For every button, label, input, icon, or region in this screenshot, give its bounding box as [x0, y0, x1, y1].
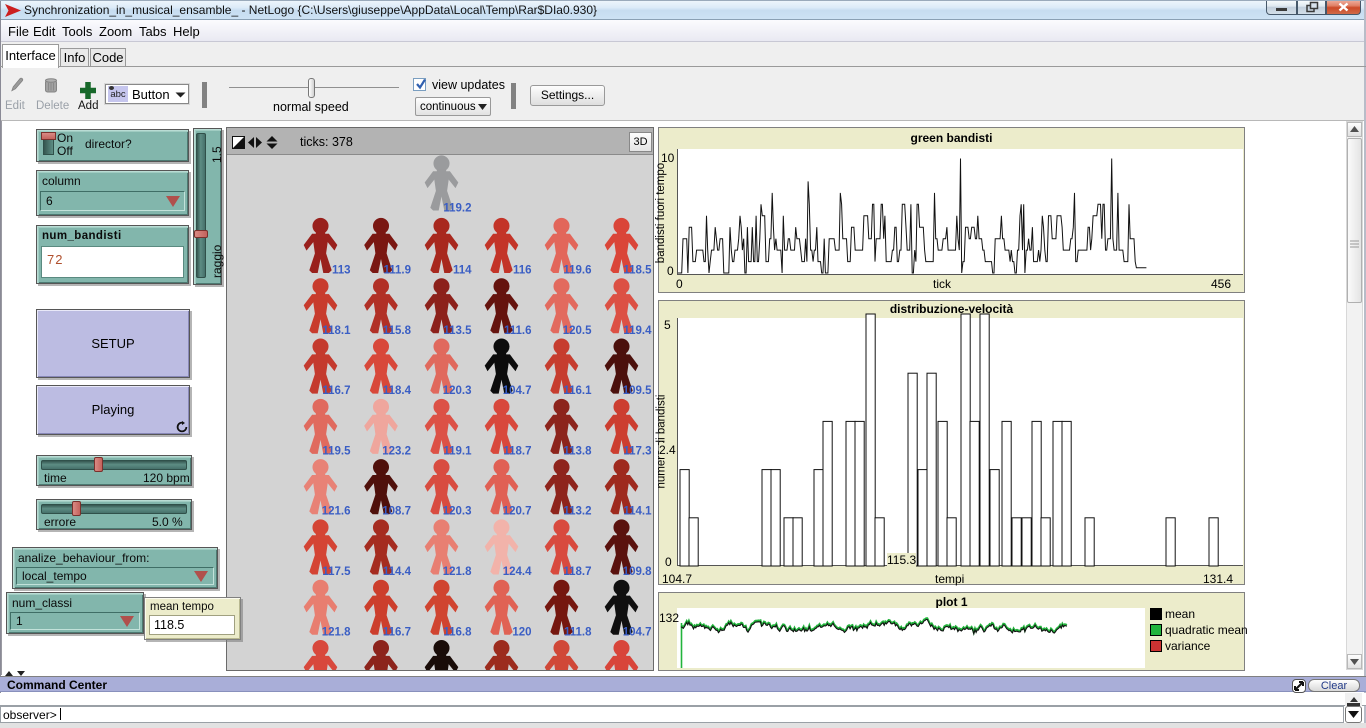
- svg-text:113.5: 113.5: [443, 325, 472, 337]
- svg-text:113.8: 113.8: [563, 445, 592, 457]
- svg-text:116.7: 116.7: [383, 626, 411, 638]
- svg-text:114.1: 114.1: [623, 506, 652, 518]
- svg-text:121.8: 121.8: [443, 566, 472, 578]
- svg-text:119.2: 119.2: [443, 203, 471, 215]
- svg-text:120: 120: [512, 626, 531, 638]
- svg-text:119.6: 119.6: [563, 265, 591, 277]
- svg-text:119.5: 119.5: [322, 445, 351, 457]
- svg-text:111.8: 111.8: [564, 626, 592, 638]
- svg-text:118.4: 118.4: [383, 385, 412, 397]
- svg-text:120.5: 120.5: [563, 325, 592, 337]
- svg-text:118.1: 118.1: [322, 325, 351, 337]
- svg-text:119.1: 119.1: [443, 445, 472, 457]
- svg-text:121.8: 121.8: [322, 626, 351, 638]
- svg-text:120.3: 120.3: [443, 506, 472, 518]
- svg-text:116.8: 116.8: [443, 626, 472, 638]
- svg-text:113: 113: [332, 265, 351, 277]
- svg-text:104.7: 104.7: [623, 626, 652, 638]
- svg-text:114: 114: [453, 265, 472, 277]
- svg-text:108.7: 108.7: [382, 506, 411, 518]
- svg-text:109.5: 109.5: [623, 385, 652, 397]
- svg-text:116: 116: [513, 265, 532, 277]
- svg-text:118.7: 118.7: [563, 566, 591, 578]
- svg-text:104.7: 104.7: [503, 385, 532, 397]
- svg-text:115.8: 115.8: [383, 325, 412, 337]
- svg-text:119.4: 119.4: [623, 325, 652, 337]
- svg-text:117.3: 117.3: [623, 445, 651, 457]
- svg-text:116.7: 116.7: [322, 385, 350, 397]
- svg-text:113.2: 113.2: [563, 506, 591, 518]
- svg-text:121.6: 121.6: [322, 506, 351, 518]
- svg-text:120.7: 120.7: [503, 506, 532, 518]
- svg-text:111.9: 111.9: [383, 265, 411, 277]
- svg-text:118.7: 118.7: [503, 445, 531, 457]
- svg-text:123.2: 123.2: [382, 445, 411, 457]
- svg-text:109.8: 109.8: [623, 566, 652, 578]
- svg-text:114.4: 114.4: [383, 566, 412, 578]
- svg-text:120.3: 120.3: [443, 385, 472, 397]
- svg-text:124.4: 124.4: [503, 566, 532, 578]
- svg-text:111.6: 111.6: [504, 325, 532, 337]
- svg-text:117.5: 117.5: [322, 566, 351, 578]
- svg-text:118.5: 118.5: [623, 265, 652, 277]
- svg-text:116.1: 116.1: [563, 385, 592, 397]
